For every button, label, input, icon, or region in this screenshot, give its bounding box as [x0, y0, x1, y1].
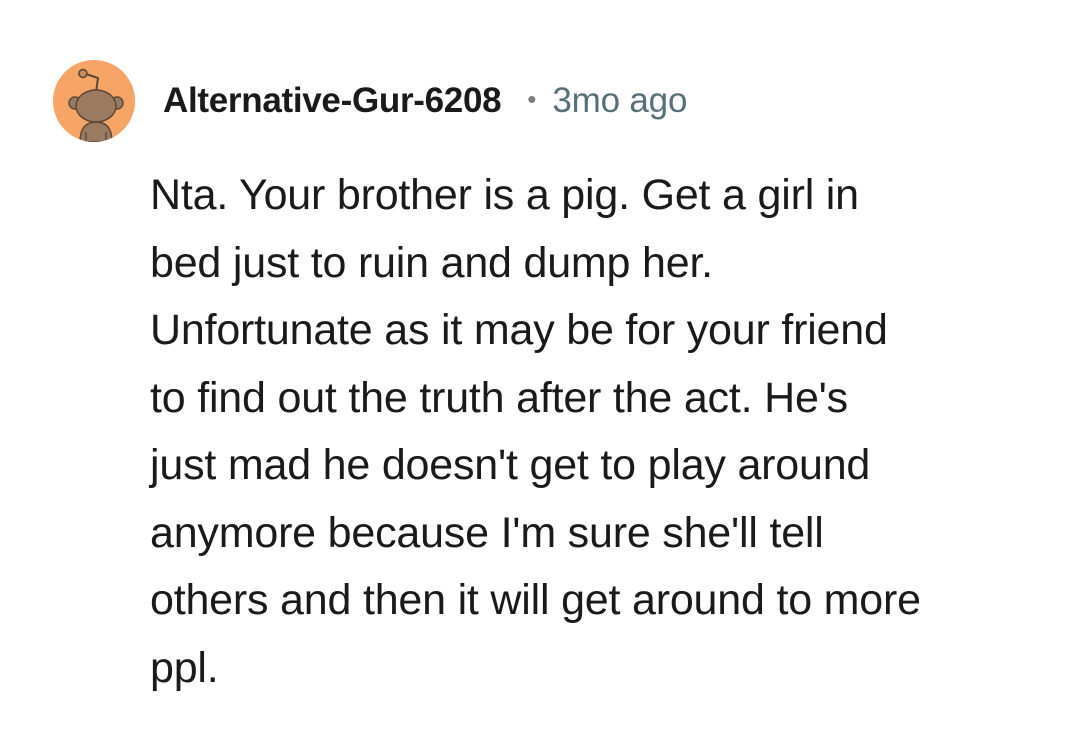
comment-body-line: Nta. Your brother is a pig. Get a girl i… [150, 171, 859, 219]
comment-body-line: anymore because I'm sure she'll tell [150, 508, 824, 557]
comment-body: Nta. Your brother is a pig. Get a girl i… [150, 162, 1050, 702]
comment-body-line: bed just to ruin and dump her. [150, 238, 713, 287]
comment-body-line: ppl. [150, 643, 219, 692]
comment-body-line: just mad he doesn't get to play around [150, 441, 871, 489]
comment-header: Alternative-Gur-6208 • 3mo ago [163, 78, 687, 124]
comment-body-line: to find out the truth after the act. He'… [150, 373, 848, 422]
user-avatar[interactable] [53, 60, 135, 142]
comment-body-line: others and then it will get around to mo… [150, 576, 921, 624]
snoo-avatar-icon [53, 60, 135, 142]
comment-timestamp[interactable]: 3mo ago [552, 81, 687, 121]
username-link[interactable]: Alternative-Gur-6208 [163, 81, 502, 121]
separator-dot: • [527, 83, 537, 114]
comment: Alternative-Gur-6208 • 3mo ago Nta. Your… [0, 0, 1080, 735]
comment-body-line: Unfortunate as it may be for your friend [150, 306, 888, 354]
